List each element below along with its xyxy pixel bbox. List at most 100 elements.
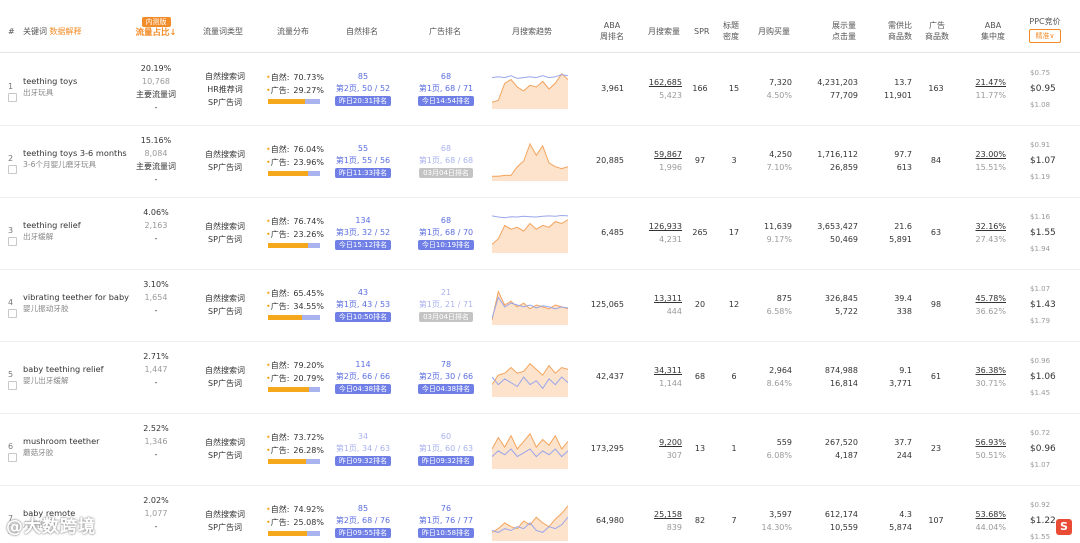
natural-dist: •自然: 73.72% — [266, 431, 324, 444]
keyword-text[interactable]: mushroom teether — [23, 436, 100, 447]
ppc-suggested: $0.95 — [1030, 84, 1056, 94]
monthly-search-cell: 59,867 1,996 — [636, 148, 682, 174]
keyword-cell: baby teething relief 婴儿出牙缓解 — [23, 364, 104, 386]
ppc-low: $1.07 — [1030, 285, 1051, 293]
keyword-text[interactable]: teething toys — [23, 76, 77, 87]
monthly-trend-sparkline[interactable] — [492, 69, 568, 109]
ad-rank-value[interactable]: 68 — [415, 71, 477, 83]
monthly-trend-sparkline[interactable] — [492, 213, 568, 253]
supply-cell: 4.3 5,874 — [874, 508, 912, 534]
traffic-share-cell: 20.19% 10,768 主要流量词 - — [128, 62, 184, 114]
product-count: 11,901 — [884, 91, 912, 100]
keyword-text[interactable]: baby teething relief — [23, 364, 104, 375]
monthly-trend-sparkline[interactable] — [492, 501, 568, 541]
natural-rank-page: 第2页, 68 / 76 — [335, 516, 391, 525]
header-monthly-trend: 月搜索趋势 — [512, 27, 552, 36]
natural-rank-time-badge: 昨日09:32排名 — [334, 456, 392, 466]
row-checkbox[interactable] — [8, 165, 17, 174]
beta-badge: 内测版 — [141, 17, 171, 27]
traffic-dist-bar — [268, 171, 320, 176]
row-index: 2 — [8, 154, 14, 163]
monthly-trend-sparkline[interactable] — [492, 429, 568, 469]
natural-rank-value[interactable]: 85 — [332, 71, 394, 83]
row-checkbox[interactable] — [8, 381, 17, 390]
impressions-value: 1,716,112 — [817, 150, 858, 159]
traffic-type-item: 自然搜索词 — [205, 72, 245, 81]
header-traffic-share[interactable]: 内测版 流量占比↓ — [128, 16, 184, 39]
natural-rank-value[interactable]: 114 — [332, 359, 394, 371]
row-checkbox[interactable] — [8, 93, 17, 102]
clicks-value: 26,859 — [830, 163, 858, 172]
ad-rank-cell: 78 第2页, 30 / 66 今日04:38排名 — [415, 359, 477, 395]
table-row: 3 teething relief 出牙缓解 4.06% 2,163 - 自然搜索词 SP广告… — [0, 197, 1080, 270]
natural-rank-page: 第1页, 34 / 63 — [335, 444, 391, 453]
ad-bar-segment — [306, 459, 320, 464]
monthly-trend-sparkline[interactable] — [492, 285, 568, 325]
natural-dist-value: 76.74% — [293, 217, 324, 226]
ad-rank-value[interactable]: 78 — [415, 359, 477, 371]
traffic-dist-cell: •自然: 65.45% •广告: 34.55% — [266, 287, 324, 313]
ad-rank-time-badge: 今日10:19排名 — [417, 240, 475, 250]
natural-rank-value[interactable]: 34 — [332, 431, 394, 443]
aba-concentration-cell: 53.68% 44.04% — [966, 508, 1006, 534]
ad-dist-label: 广告: — [270, 518, 290, 527]
traffic-share-sort[interactable]: 流量占比↓ — [135, 28, 176, 38]
ad-rank-value[interactable]: 76 — [415, 503, 477, 515]
traffic-share-pct: 4.06% — [143, 208, 169, 217]
clicks-value: 10,559 — [830, 523, 858, 532]
natural-bar-segment — [268, 99, 305, 104]
row-checkbox[interactable] — [8, 453, 17, 462]
impressions-value: 4,231,203 — [817, 78, 858, 87]
natural-rank-value[interactable]: 55 — [332, 143, 394, 155]
data-explain-link[interactable]: 数据解释 — [50, 27, 82, 36]
header-ad-products: 广告 商品数 — [925, 21, 949, 41]
header-keyword: 关键词 数据解释 — [23, 27, 82, 36]
spr-value: 97 — [694, 156, 706, 165]
traffic-type-cell: 自然搜索词 SP广告词 — [200, 364, 250, 390]
monthly-buy-value: 875 — [776, 294, 792, 303]
ppc-high: $1.45 — [1030, 389, 1051, 397]
row-checkbox[interactable] — [8, 309, 17, 318]
keyword-translation: 3-6个月婴儿磨牙玩具 — [23, 160, 97, 169]
ad-rank-value[interactable]: 60 — [415, 431, 477, 443]
traffic-share-pct: 2.02% — [143, 496, 169, 505]
monthly-trend-sparkline[interactable] — [492, 141, 568, 181]
keyword-text[interactable]: vibrating teether for baby — [23, 292, 129, 303]
ad-rank-value[interactable]: 68 — [415, 143, 477, 155]
impressions-cell: 326,845 5,722 — [806, 292, 858, 318]
corner-logo-icon[interactable]: S — [1056, 519, 1072, 535]
ppc-mode-dropdown[interactable]: 精准∨ — [1029, 29, 1061, 43]
aba-concentration-value: 45.78% — [975, 294, 1006, 303]
ppc-cell: $0.91 $1.07 $1.19 — [1030, 137, 1060, 185]
natural-rank-time-badge: 昨日09:55排名 — [334, 528, 392, 538]
row-checkbox[interactable] — [8, 237, 17, 246]
keyword-text[interactable]: teething relief — [23, 220, 81, 231]
keyword-text[interactable]: teething toys 3-6 months — [23, 148, 127, 159]
supply-cell: 37.7 244 — [874, 436, 912, 462]
ppc-high: $1.79 — [1030, 317, 1051, 325]
ppc-cell: $1.07 $1.43 $1.79 — [1030, 281, 1060, 329]
supply-cell: 9.1 3,771 — [874, 364, 912, 390]
natural-rank-time-badge: 今日04:38排名 — [334, 384, 392, 394]
natural-rank-value[interactable]: 85 — [332, 503, 394, 515]
aba-concentration-secondary: 36.62% — [975, 307, 1006, 316]
main-traffic-label: 主要流量词 — [136, 90, 176, 99]
ad-dist-label: 广告: — [270, 302, 290, 311]
natural-rank-value[interactable]: 134 — [332, 215, 394, 227]
monthly-trend-sparkline[interactable] — [492, 357, 568, 397]
natural-rank-value[interactable]: 43 — [332, 287, 394, 299]
ad-dist-value: 20.79% — [293, 374, 324, 383]
monthly-search-value: 13,311 — [654, 294, 682, 303]
impressions-cell: 4,231,203 77,709 — [806, 76, 858, 102]
aba-concentration-value: 32.16% — [975, 222, 1006, 231]
ad-rank-value[interactable]: 68 — [415, 215, 477, 227]
clicks-value: 5,722 — [835, 307, 858, 316]
ad-rank-time-badge: 今日14:54排名 — [417, 96, 475, 106]
monthly-search-cell: 162,685 5,423 — [636, 76, 682, 102]
natural-dist-label: 自然: — [270, 217, 290, 226]
ppc-low: $0.72 — [1030, 429, 1051, 437]
ad-rank-value[interactable]: 21 — [415, 287, 477, 299]
impressions-cell: 874,988 16,814 — [806, 364, 858, 390]
supply-ratio: 37.7 — [894, 438, 912, 447]
ad-dist-value: 23.26% — [293, 230, 324, 239]
